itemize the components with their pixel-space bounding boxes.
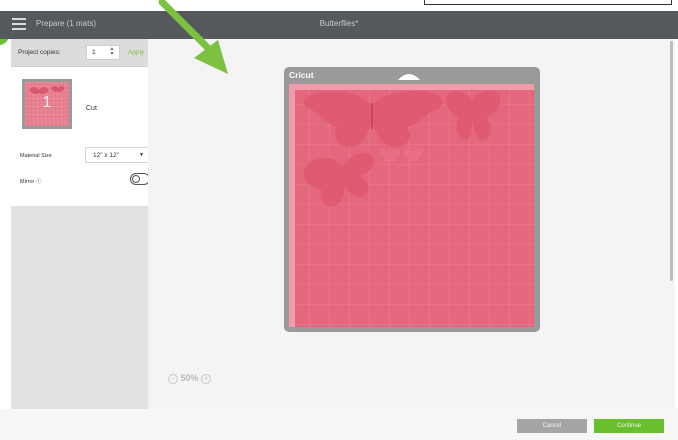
mat-cutting-area <box>289 84 534 327</box>
project-copies-input[interactable]: 1 ▲ ▼ <box>86 45 120 60</box>
zoom-control: − 50% + <box>168 373 212 384</box>
butterfly-small-1[interactable] <box>379 147 401 163</box>
zoom-level: 50% <box>180 373 199 383</box>
project-copies-label: Project copies: <box>18 49 61 56</box>
material-size-label: Material Size <box>20 153 52 159</box>
annotation-arrow-icon <box>158 0 228 74</box>
butterfly-large[interactable] <box>298 89 448 151</box>
mirror-toggle-knob <box>132 175 140 183</box>
butterfly-medium-right[interactable] <box>442 86 504 144</box>
stepper-down-icon[interactable]: ▼ <box>108 52 116 57</box>
butterfly-small-2[interactable] <box>402 147 424 163</box>
top-box <box>424 0 672 5</box>
mirror-label: Mirror ⓘ <box>20 179 42 185</box>
project-copies-value: 1 <box>92 49 96 56</box>
mat-brand-logo: Cricut <box>289 70 314 80</box>
mat-notch-icon <box>398 74 420 80</box>
chevron-down-icon: ▼ <box>139 152 144 158</box>
mat-preview-canvas: Cricut − 50% + <box>148 39 675 409</box>
zoom-out-icon[interactable]: − <box>168 373 178 384</box>
copies-stepper[interactable]: ▲ ▼ <box>108 47 116 59</box>
continue-button[interactable]: Continue <box>594 419 664 433</box>
mats-panel: Project copies: 1 ▲ ▼ Apply 1 Cut Materi… <box>11 39 150 409</box>
apply-button[interactable]: Apply <box>128 49 144 56</box>
zoom-in-icon[interactable]: + <box>201 373 212 384</box>
project-title: Butterflies* <box>319 19 359 28</box>
butterfly-medium-left[interactable] <box>300 150 380 212</box>
material-size-value: 12" x 12" <box>93 152 119 159</box>
cancel-button[interactable]: Cancel <box>517 419 587 433</box>
footer-bar: Cancel Continue <box>0 409 678 440</box>
app-header: Prepare (1 mats) Butterflies* <box>0 11 678 39</box>
project-copies-row: Project copies: 1 ▲ ▼ Apply <box>11 39 148 67</box>
mat-list-item[interactable]: 1 Cut Material Size 12" x 12" ▼ Mirror ⓘ <box>11 67 150 206</box>
mat-action-label: Cut <box>86 105 97 112</box>
mat-thumbnail[interactable]: 1 <box>22 79 72 129</box>
cutting-mat: Cricut <box>284 67 540 332</box>
mat-number: 1 <box>42 94 52 111</box>
vertical-scrollbar[interactable] <box>670 41 673 281</box>
material-size-select[interactable]: 12" x 12" ▼ <box>85 147 150 163</box>
mirror-toggle[interactable] <box>130 173 150 185</box>
